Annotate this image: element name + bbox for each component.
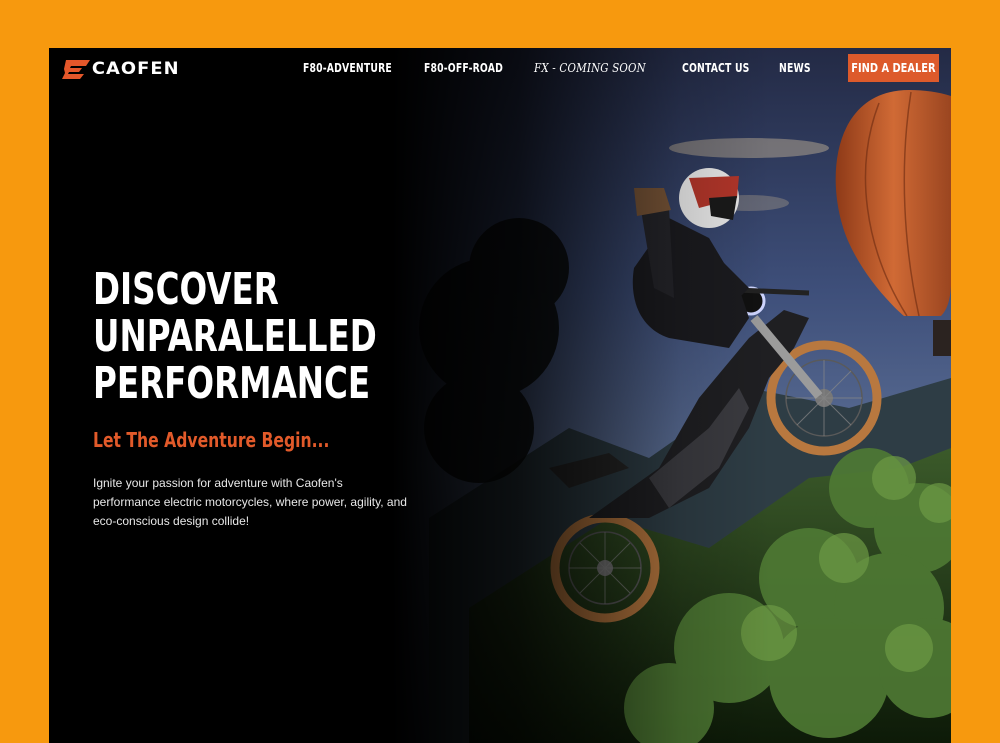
brand-logo[interactable]: CAOFEN (62, 58, 180, 80)
hero-subheading: Let The Adventure Begin... (93, 428, 330, 452)
nav-item-contact-us[interactable]: CONTACT US (682, 61, 750, 75)
logo-mark-icon (62, 60, 90, 79)
find-a-dealer-button[interactable]: FIND A DEALER (848, 54, 939, 82)
site-frame: CAOFEN F80-ADVENTURE F80-OFF-ROAD FX - C… (49, 48, 951, 743)
brand-name: CAOFEN (91, 59, 180, 79)
main-menu: F80-ADVENTURE F80-OFF-ROAD FX - COMING S… (303, 61, 834, 75)
find-a-dealer-label: FIND A DEALER (851, 61, 936, 75)
top-navigation: CAOFEN F80-ADVENTURE F80-OFF-ROAD FX - C… (49, 48, 951, 90)
nav-item-fx-coming-soon[interactable]: FX - COMING SOON (534, 61, 646, 75)
nav-item-f80-off-road[interactable]: F80-OFF-ROAD (424, 61, 503, 75)
hero-description: Ignite your passion for adventure with C… (93, 476, 407, 528)
hero-headline-line-1: DISCOVER (93, 264, 279, 315)
hero-headline-line-2: UNPARALELLED (93, 311, 377, 362)
hero-headline-line-3: PERFORMANCE (93, 358, 371, 409)
nav-item-news[interactable]: NEWS (779, 61, 811, 75)
nav-item-f80-adventure[interactable]: F80-ADVENTURE (303, 61, 392, 75)
hero-headline: DISCOVER UNPARALELLED PERFORMANCE (93, 266, 377, 407)
